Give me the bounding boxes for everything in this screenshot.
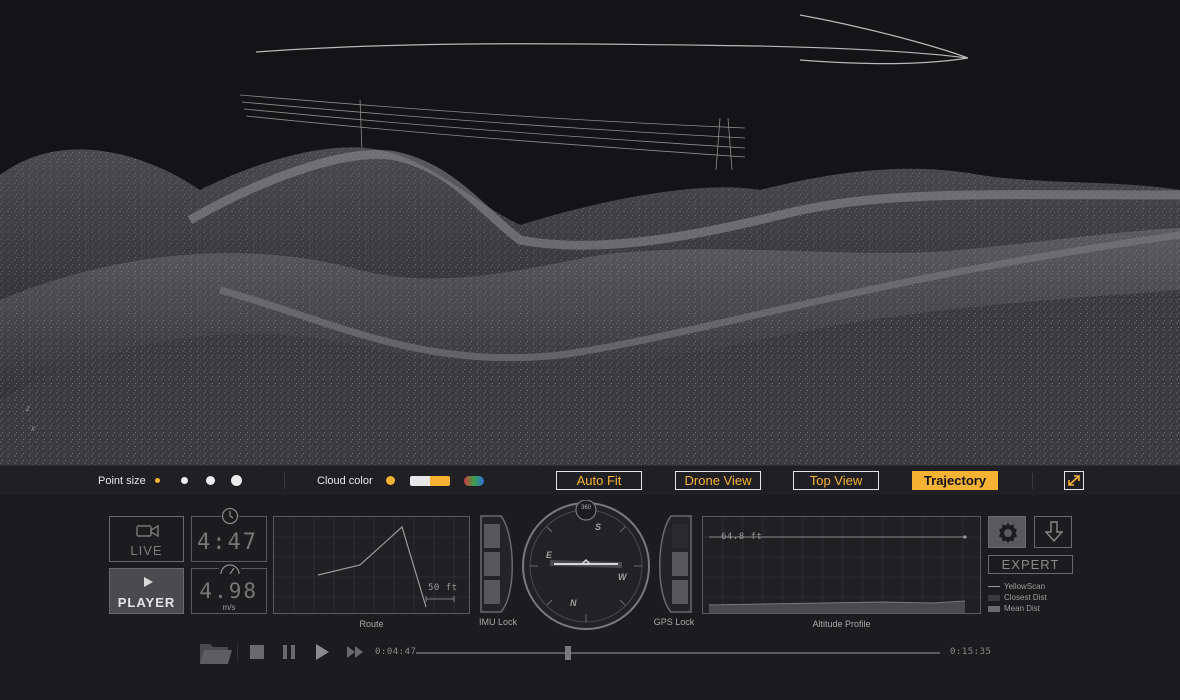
axis-x-label: x [31,424,35,433]
trajectory-button[interactable]: Trajectory [912,471,998,490]
end-time-label: 0:15:35 [950,647,992,657]
live-mode-button[interactable]: LIVE [109,516,184,562]
expand-icon [1068,475,1080,486]
player-mode-button[interactable]: PLAYER [109,568,184,614]
live-label: LIVE [130,543,163,558]
legend-swatch-line [988,586,1000,588]
point-size-option-1[interactable] [155,478,160,483]
legend-label: YellowScan [1004,582,1046,591]
toolbar-divider [1032,473,1033,489]
altitude-profile-caption: Altitude Profile [812,619,871,629]
compass-top-marker: 360 [580,505,591,511]
speed-panel: 4.98 m/s [191,562,267,614]
play-button[interactable] [313,643,331,661]
cloud-color-intensity-option[interactable] [410,476,450,486]
route-scale-label: 50 ft [428,583,458,593]
route-path [274,517,469,613]
cloud-color-mono-option[interactable] [386,476,395,485]
flight-time-panel: 4:47 [191,507,267,562]
point-cloud-render [0,14,1180,465]
playback-scrubber[interactable] [564,646,571,660]
pause-button[interactable] [281,644,297,660]
cloud-color-rgb-option[interactable] [464,476,484,486]
legend-swatch-box [988,605,1000,612]
speed-value: 4.98 [199,579,258,603]
compass-letter-e: E [546,550,553,560]
speed-unit: m/s [222,603,236,612]
axis-z-label: z [26,404,30,413]
fast-forward-icon [347,646,363,658]
stop-button[interactable] [250,645,264,659]
video-camera-icon [136,524,159,538]
point-size-label: Point size [98,475,146,487]
play-small-icon [144,577,153,587]
expert-mode-button[interactable]: EXPERT [988,555,1073,574]
legend-closest-dist: Closest Dist [988,593,1047,602]
drone-view-button[interactable]: Drone View [675,471,761,490]
flight-time-value: 4:47 [197,530,258,555]
auto-fit-button[interactable]: Auto Fit [556,471,642,490]
imu-lock-gauge [477,514,519,614]
compass: 360 S E W N [520,499,652,632]
top-view-button[interactable]: Top View [793,471,879,490]
speedometer-icon [219,562,241,576]
legend-label: Closest Dist [1004,593,1047,602]
point-size-option-4[interactable] [231,475,242,486]
route-caption: Route [359,619,384,629]
download-button[interactable] [1034,516,1072,548]
point-size-option-2[interactable] [181,477,188,484]
open-folder-button[interactable] [198,638,232,666]
point-cloud-viewport[interactable]: z x [0,0,1180,465]
current-time-label: 0:04:47 [375,647,417,657]
pause-icon [283,645,295,659]
cloud-color-label: Cloud color [317,475,373,487]
legend-mean-dist: Mean Dist [988,604,1040,613]
point-size-option-3[interactable] [206,476,215,485]
gps-lock-caption: GPS Lock [653,617,695,627]
compass-letter-w: W [618,572,627,582]
play-icon [316,644,329,660]
gps-lock-gauge [653,514,695,614]
settings-button[interactable] [988,516,1026,548]
view-toolbar: Point size Cloud color Auto Fit Drone Vi… [0,465,1180,495]
download-arrow-icon [1044,521,1064,543]
compass-letter-s: S [595,522,602,532]
legend-swatch-box [988,594,1000,601]
route-map-panel[interactable]: 50 ft [273,516,470,614]
trajectory-line [255,14,969,65]
player-divider [237,644,238,660]
gear-icon [999,523,1017,543]
imu-lock-caption: IMU Lock [478,617,517,627]
legend-yellowscan: YellowScan [988,582,1045,591]
toolbar-divider [284,473,285,489]
altitude-value-label: 64.8 ft [721,532,763,542]
folder-icon [200,644,232,664]
legend-label: Mean Dist [1004,604,1041,613]
playback-timeline[interactable] [416,646,940,660]
player-label: PLAYER [117,595,176,610]
clock-icon [221,507,239,525]
fast-forward-button[interactable] [346,645,364,659]
fullscreen-button[interactable] [1064,471,1084,490]
altitude-profile-chart[interactable]: 64.8 ft [702,516,981,614]
flight-dashboard: LIVE PLAYER 4:47 4.98 m/s 50 ft Route IM… [0,496,1180,700]
compass-letter-n: N [570,598,577,608]
